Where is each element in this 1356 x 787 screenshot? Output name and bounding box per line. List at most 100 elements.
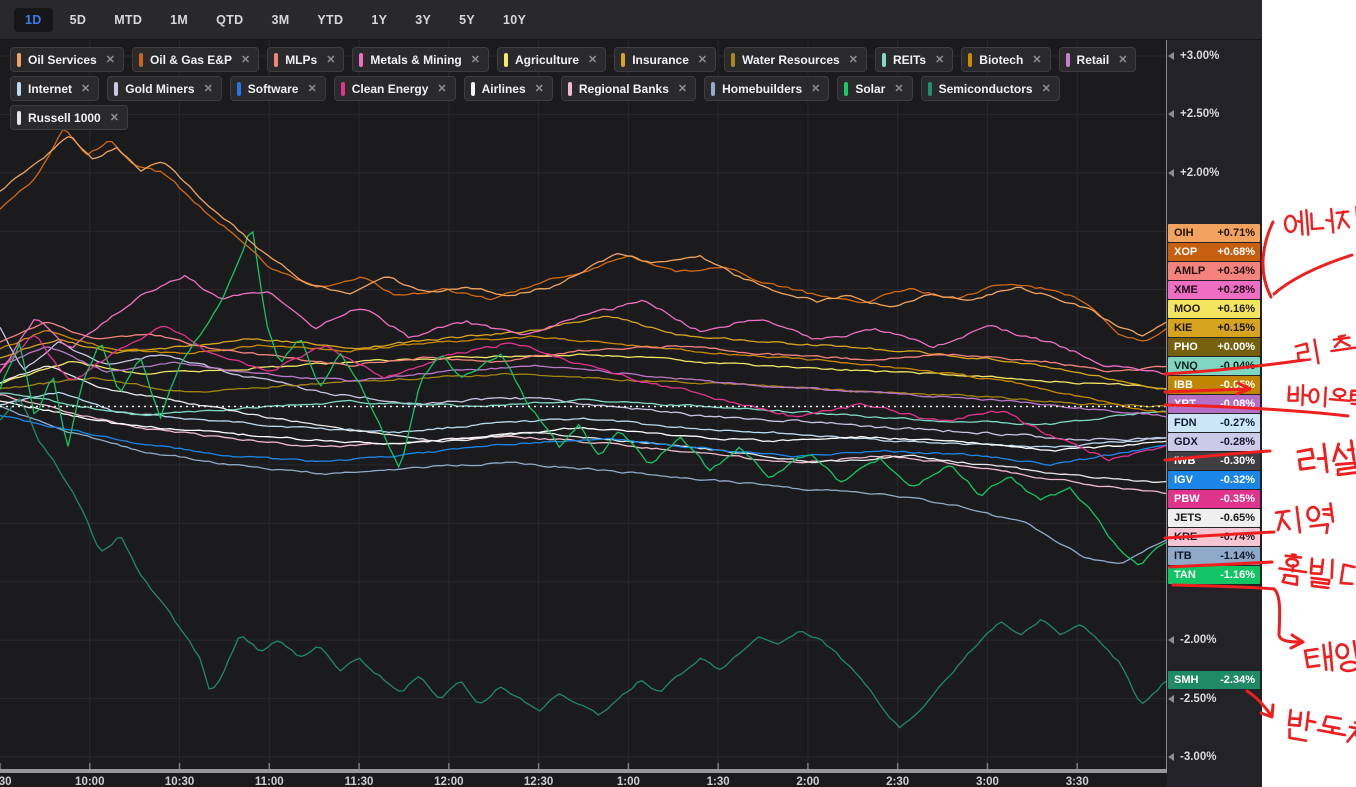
y-axis-label: +2.00% <box>1180 166 1219 180</box>
x-axis-time-label: 1:00 <box>617 776 640 787</box>
ticker-change-badge-pho: PHO +0.00% <box>1168 338 1260 356</box>
chip-close-icon[interactable]: ✕ <box>847 53 858 66</box>
ticker-chip-software[interactable]: Software ✕ <box>230 76 326 101</box>
chip-close-icon[interactable]: ✕ <box>202 82 213 95</box>
badge-change: +0.71% <box>1217 227 1255 239</box>
chip-close-icon[interactable]: ✕ <box>305 82 316 95</box>
scrollbar-tick <box>269 763 271 769</box>
chip-close-icon[interactable]: ✕ <box>108 111 119 124</box>
chip-color-bar <box>504 53 508 67</box>
x-axis-time-label: 2:30 <box>886 776 909 787</box>
chip-label: Retail <box>1077 53 1110 67</box>
time-range-button-ytd[interactable]: YTD <box>306 8 354 32</box>
ticker-chip-clean-energy[interactable]: Clean Energy ✕ <box>334 76 456 101</box>
chip-close-icon[interactable]: ✕ <box>1030 53 1041 66</box>
time-range-button-1m[interactable]: 1M <box>159 8 199 32</box>
ticker-change-badge-ibb: IBB -0.05% <box>1168 376 1260 394</box>
time-range-button-1y[interactable]: 1Y <box>360 8 398 32</box>
chip-color-bar <box>17 82 21 96</box>
chip-label: Metals & Mining <box>370 53 461 67</box>
chip-color-bar <box>471 82 475 96</box>
chip-color-bar <box>968 53 972 67</box>
chip-close-icon[interactable]: ✕ <box>324 53 335 66</box>
y-axis-label: -3.00% <box>1180 750 1216 764</box>
annotation-energy-bracket <box>1263 222 1273 297</box>
ticker-chip-solar[interactable]: Solar ✕ <box>837 76 912 101</box>
time-range-button-1d[interactable]: 1D <box>14 8 53 32</box>
chip-label: Russell 1000 <box>28 111 101 125</box>
scrollbar-tick <box>1076 763 1078 769</box>
chip-close-icon[interactable]: ✕ <box>239 53 250 66</box>
time-range-button-5d[interactable]: 5D <box>59 8 98 32</box>
chip-label: Agriculture <box>515 53 579 67</box>
x-axis-time-label: 11:30 <box>345 776 374 787</box>
ticker-chip-homebuilders[interactable]: Homebuilders ✕ <box>704 76 829 101</box>
ticker-chip-regional-banks[interactable]: Regional Banks ✕ <box>561 76 696 101</box>
chip-color-bar <box>139 53 143 67</box>
y-axis-tick-arrow <box>1168 753 1174 761</box>
ticker-chip-biotech[interactable]: Biotech ✕ <box>961 47 1050 72</box>
ticker-change-badge-fdn: FDN -0.27% <box>1168 414 1260 432</box>
x-axis-time-label: 1:30 <box>707 776 730 787</box>
chip-close-icon[interactable]: ✕ <box>676 82 687 95</box>
time-range-button-mtd[interactable]: MTD <box>103 8 153 32</box>
chip-close-icon[interactable]: ✕ <box>104 53 115 66</box>
x-axis-time-label: 10:30 <box>165 776 194 787</box>
ticker-chip-oil-services[interactable]: Oil Services ✕ <box>10 47 124 72</box>
ticker-change-badge-smh: SMH -2.34% <box>1168 671 1260 689</box>
ticker-change-badge-tan: TAN -1.16% <box>1168 566 1260 584</box>
ticker-chip-retail[interactable]: Retail ✕ <box>1059 47 1137 72</box>
chip-close-icon[interactable]: ✕ <box>696 53 707 66</box>
chip-close-icon[interactable]: ✕ <box>586 53 597 66</box>
ticker-chip-gold-miners[interactable]: Gold Miners ✕ <box>107 76 222 101</box>
series-line-oih <box>0 137 1167 336</box>
chip-close-icon[interactable]: ✕ <box>533 82 544 95</box>
chip-close-icon[interactable]: ✕ <box>469 53 480 66</box>
ticker-change-badge-iwb: IWB -0.30% <box>1168 452 1260 470</box>
chip-close-icon[interactable]: ✕ <box>1116 53 1127 66</box>
ticker-chip-mlps[interactable]: MLPs ✕ <box>267 47 344 72</box>
badge-ticker: ITB <box>1174 550 1192 562</box>
time-range-button-10y[interactable]: 10Y <box>492 8 537 32</box>
ticker-chip-water-resources[interactable]: Water Resources ✕ <box>724 47 867 72</box>
ticker-chip-internet[interactable]: Internet ✕ <box>10 76 99 101</box>
chip-close-icon[interactable]: ✕ <box>892 82 903 95</box>
ticker-change-badge-xrt: XRT -0.08% <box>1168 395 1260 413</box>
badge-change: -0.35% <box>1220 493 1255 505</box>
scrollbar-tick <box>179 763 181 769</box>
time-range-button-3m[interactable]: 3M <box>260 8 300 32</box>
ticker-change-badge-jets: JETS -0.65% <box>1168 509 1260 527</box>
ticker-chip-insurance[interactable]: Insurance ✕ <box>614 47 716 72</box>
ticker-chip-semiconductors[interactable]: Semiconductors ✕ <box>921 76 1060 101</box>
ticker-chip-russell-1000[interactable]: Russell 1000 ✕ <box>10 105 128 130</box>
chip-close-icon[interactable]: ✕ <box>809 82 820 95</box>
chip-close-icon[interactable]: ✕ <box>435 82 446 95</box>
chip-close-icon[interactable]: ✕ <box>933 53 944 66</box>
time-range-button-qtd[interactable]: QTD <box>205 8 254 32</box>
badge-change: -0.04% <box>1220 360 1255 372</box>
ticker-chip-oil-gas-e-p[interactable]: Oil & Gas E&P ✕ <box>132 47 259 72</box>
ticker-change-badge-gdx: GDX -0.28% <box>1168 433 1260 451</box>
chip-close-icon[interactable]: ✕ <box>79 82 90 95</box>
right-axis-panel: +3.00%+2.50%+2.00%-2.00%-2.50%-3.00% OIH… <box>1167 40 1262 787</box>
price-chart[interactable] <box>0 40 1167 787</box>
badge-ticker: XRT <box>1174 398 1196 410</box>
badge-change: -0.08% <box>1220 398 1255 410</box>
time-range-button-5y[interactable]: 5Y <box>448 8 486 32</box>
chip-close-icon[interactable]: ✕ <box>1040 82 1051 95</box>
badge-ticker: IWB <box>1174 455 1195 467</box>
chart-plot-area[interactable]: 9:3010:0010:3011:0011:3012:0012:301:001:… <box>0 40 1167 787</box>
chip-color-bar <box>17 111 21 125</box>
chart-horizontal-scrollbar[interactable] <box>0 769 1167 773</box>
y-axis-tick-arrow <box>1168 695 1174 703</box>
ticker-chip-agriculture[interactable]: Agriculture ✕ <box>497 47 606 72</box>
ticker-chip-airlines[interactable]: Airlines ✕ <box>464 76 553 101</box>
badge-ticker: MOO <box>1174 303 1200 315</box>
x-axis-time-label: 2:00 <box>796 776 819 787</box>
time-range-button-3y[interactable]: 3Y <box>404 8 442 32</box>
ticker-change-badge-kie: KIE +0.15% <box>1168 319 1260 337</box>
ticker-chip-metals-mining[interactable]: Metals & Mining ✕ <box>352 47 489 72</box>
chip-color-bar <box>568 82 572 96</box>
ticker-chip-reits[interactable]: REITs ✕ <box>875 47 953 72</box>
chip-color-bar <box>711 82 715 96</box>
